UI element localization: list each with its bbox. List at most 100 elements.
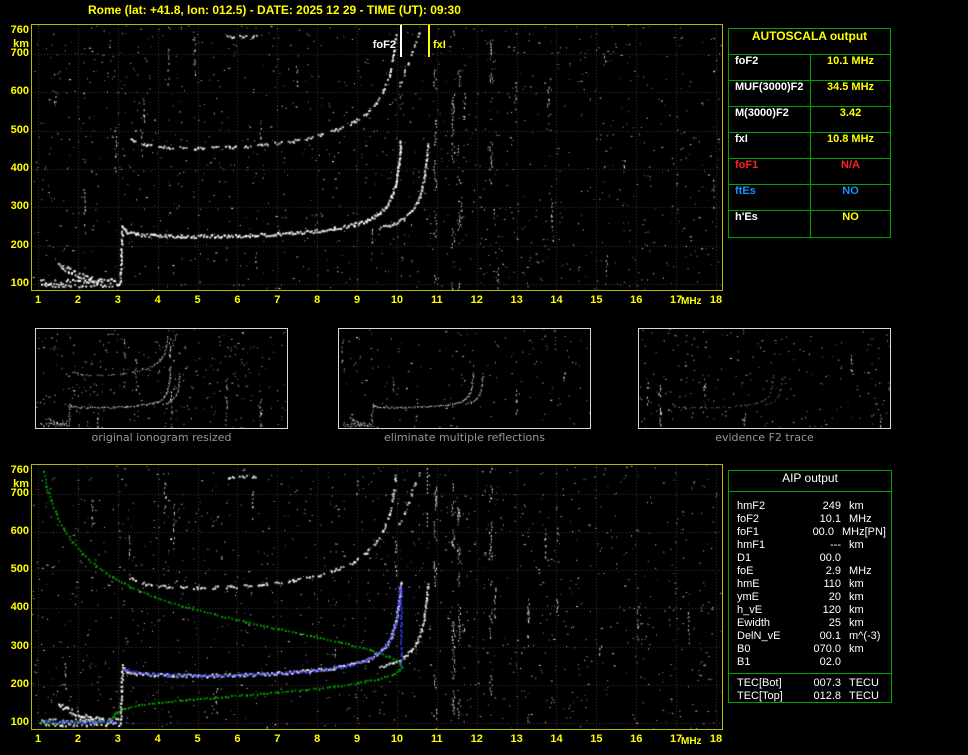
autoscala-table-title: AUTOSCALA output [729,29,890,55]
top-y-tick-300: 300 [10,200,29,213]
aip-label: DelN_vE [737,630,781,642]
top-x-tick-7: 7 [274,294,281,306]
bottom-ionogram-canvas [32,465,722,729]
thumbnail-caption-f2-trace: evidence F2 trace [715,431,814,444]
aip-unit: km [849,604,864,616]
bottom-x-tick-9: 9 [353,733,361,745]
autoscala-row-h'Es: h'Es NO [729,211,890,237]
aip-value: 00.1 [819,630,841,642]
autoscala-row-foF1: foF1 N/A [729,159,890,185]
aip-row-D1: D1 00.0 [729,552,891,565]
autoscala-row-label: h'Es [729,211,811,237]
top-x-tick-5: 5 [194,294,201,306]
aip-label: TEC[Bot] [737,677,782,689]
bottom-y-tick-100: 100 [10,716,29,728]
aip-unit: MHz [849,513,872,525]
aip-unit: km [849,578,864,590]
top-x-tick-15: 15 [590,294,603,306]
bottom-x-tick-4: 4 [154,733,161,745]
top-x-tick-1: 1 [34,294,42,306]
aip-value: 00.0 [819,552,841,564]
aip-unit: km [849,500,864,512]
aip-label: h_vE [737,604,763,616]
bottom-x-tick-12: 12 [470,733,483,745]
bottom-x-tick-5: 5 [194,733,201,745]
top-x-tick-3: 3 [114,294,121,306]
top-y-tick-600: 600 [10,85,29,98]
top-x-tick-4: 4 [154,294,161,306]
bottom-y-tick-400: 400 [10,601,29,614]
aip-row-Ewidth: Ewidth 25 km [729,617,891,630]
bottom-x-tick-14: 14 [550,733,563,745]
aip-unit: km [849,591,864,603]
bottom-x-tick-2: 2 [74,733,81,745]
aip-row-hmF1: hmF1 --- km [729,539,891,552]
autoscala-row-value: NO [842,185,859,197]
aip-label: hmF1 [737,539,766,551]
thumbnail-f2-trace [638,328,891,429]
aip-row-hmE: hmE 110 km [729,578,891,591]
bottom-x-tick-15: 15 [590,733,603,745]
top-x-tick-6: 6 [234,294,241,306]
bottom-x-tick-1: 1 [34,733,42,745]
autoscala-table-rows: foF2 10.1 MHz MUF(3000)F2 34.5 MHz M(3000)F2… [729,55,890,237]
autoscala-row-value: 3.42 [839,107,862,119]
autoscala-row-label: foF1 [729,159,811,184]
top-x-tick-2: 2 [74,294,81,306]
aip-output-table: AIP output hmF2 249 km foF2 10.1 MHz foF1 00.0 M… [728,470,892,703]
thumbnail-original-ionogram [35,328,288,429]
aip-value: 110 [823,578,841,590]
aip-row-hmF2: hmF2 249 km [729,500,891,513]
aip-label: foF1 [737,526,760,538]
aip-row-B1: B1 02.0 [729,656,891,669]
aip-value: 25 [828,617,841,629]
aip-value: 00.0 [812,526,834,538]
aip-value: 249 [822,500,841,512]
aip-value: 02.0 [819,656,841,668]
aip-label: hmE [737,578,760,590]
thumbnail-no-multiples-canvas [339,329,590,428]
aip-label: foE [737,565,754,577]
aip-label: B1 [737,656,751,668]
aip-row-foF1: foF1 00.0 MHz [PN] [729,526,891,539]
top-x-tick-9: 9 [353,294,361,306]
autoscala-row-value: 34.5 MHz [826,81,875,93]
bottom-x-tick-3: 3 [114,733,121,745]
autoscala-row-value: 10.8 MHz [826,133,875,145]
thumbnail-no-multiples [338,328,591,429]
bottom-x-tick-13: 13 [510,733,523,745]
aip-unit: m^(-3) [849,630,881,642]
bottom-x-tick-7: 7 [274,733,281,745]
aip-value: 070.0 [813,643,841,655]
bottom-y-tick-760: 760 [10,464,29,476]
aip-value: 2.9 [825,565,841,577]
top-ionogram-plot [31,24,723,291]
aip-unit [841,656,849,669]
top-x-tick-10: 10 [390,294,404,306]
aip-label: TEC[Top] [737,690,783,702]
thumbnail-f2-trace-canvas [639,329,890,428]
aip-value: 20 [828,591,841,603]
aip-label: foF2 [737,513,760,525]
autoscala-row-fxI: fxI 10.8 MHz [729,133,890,159]
autoscala-row-M(3000)F2: M(3000)F2 3.42 [729,107,890,133]
aip-row-TEC[Bot]: TEC[Bot] 007.3 TECU [729,677,891,690]
fof2-marker-label: foF2 [372,39,396,51]
top-y-tick-200: 200 [10,238,29,251]
top-y-tick-500: 500 [10,123,29,136]
top-x-tick-13: 13 [510,294,523,306]
aip-value: --- [830,539,841,551]
aip-table-title: AIP output [729,471,891,492]
autoscala-row-label: ftEs [729,185,811,210]
autoscala-row-label: fxI [729,133,811,158]
bottom-x-tick-16: 16 [630,733,643,745]
bottom-ionogram-plot [31,464,723,730]
bottom-x-tick-8: 8 [314,733,321,745]
autoscala-row-foF2: foF2 10.1 MHz [729,55,890,81]
aip-unit: MHz [849,565,872,577]
top-y-tick-700: 700 [10,47,29,59]
aip-value: 007.3 [813,677,841,689]
aip-label: Ewidth [737,617,771,629]
autoscala-row-MUF(3000)F2: MUF(3000)F2 34.5 MHz [729,81,890,107]
bottom-y-tick-300: 300 [10,639,29,652]
